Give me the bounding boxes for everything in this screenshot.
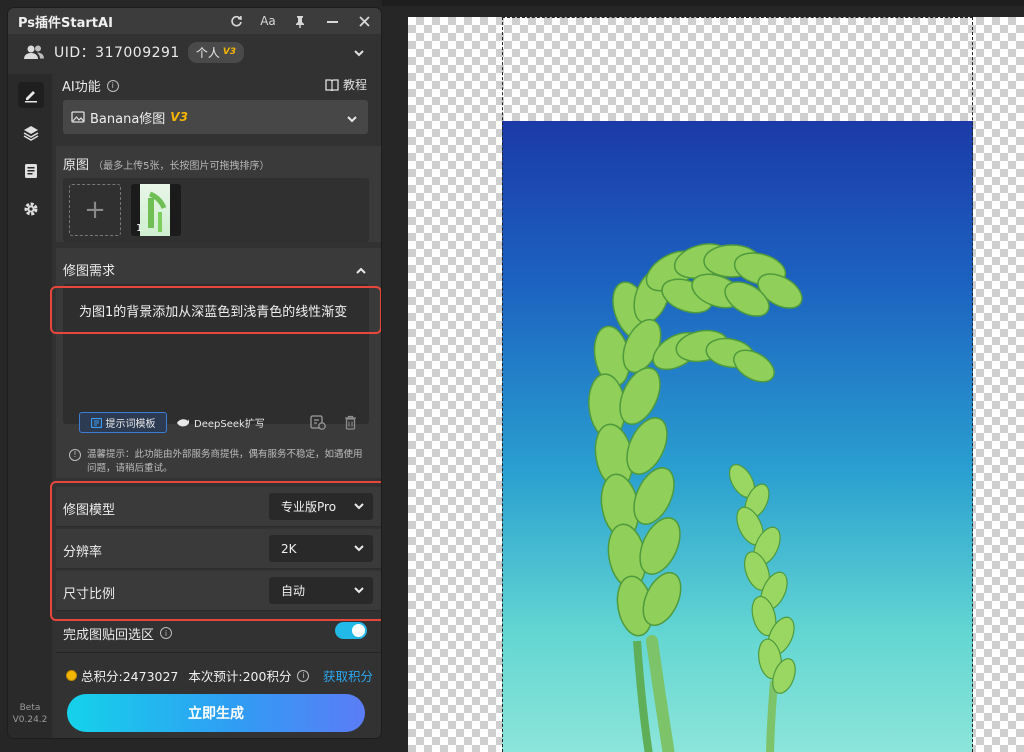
pin-icon[interactable] [291,12,309,30]
service-tip: ! 温馨提示：此功能由外部服务商提供，偶有服务不稳定，如遇使用问题，请稍后重试。 [69,448,369,476]
plan-label: 个人 [195,45,220,60]
book-icon [325,78,339,91]
original-title-label: 原图 [63,158,90,173]
tip-text: 温馨提示：此功能由外部服务商提供，偶有服务不稳定，如遇使用问题，请稍后重试。 [87,449,363,474]
upload-area: + 1 [63,178,369,242]
settings-icon[interactable] [18,196,44,222]
paste-back-row: 完成图贴回选区 i [63,621,373,645]
highlight-box-options [50,481,381,621]
version-channel: Beta [19,703,41,713]
thumbnail-image [140,184,170,236]
chevron-up-icon[interactable] [355,262,367,281]
add-image-button[interactable]: + [69,184,121,236]
function-select-value: Banana修图 [90,111,166,127]
version-label: Beta V0.24.2 [8,702,52,726]
uid-text: UID：317009291 [54,45,180,61]
tutorial-link[interactable]: 教程 [325,76,367,93]
edit-icon[interactable] [18,82,44,108]
minimize-icon[interactable] [323,12,341,30]
estimated-points: 本次预计:200积分 [188,669,292,684]
info-icon[interactable]: i [297,669,310,682]
panel-title: Ps插件StartAI [18,15,113,31]
tutorial-label: 教程 [342,78,367,92]
panel-sidebar: Beta V0.24.2 [8,74,52,738]
marquee-selection [502,17,973,752]
original-hint: （最多上传5张，长按图片可拖拽排序） [93,161,270,172]
users-icon [24,44,44,60]
document-icon[interactable] [18,158,44,184]
function-version: V3 [170,110,188,124]
total-points: 总积分:2473027 [81,669,179,684]
layers-icon[interactable] [18,120,44,146]
coin-icon [66,670,77,681]
paste-back-label: 完成图贴回选区 [63,627,155,643]
request-title: 修图需求 [63,264,116,279]
startai-plugin-panel: Ps插件StartAI Aa UID：317009291 个人 V3 Beta … [8,8,381,738]
ai-heading-label: AI功能 [62,80,101,95]
book-open-icon [90,417,102,428]
panel-content: AI功能 i 教程 Banana修图 V3 原图 （最多上传5张，长按图片可拖拽… [50,68,381,738]
image-icon [71,111,85,123]
generate-button[interactable]: 立即生成 [67,694,365,732]
font-size-icon[interactable]: Aa [259,12,277,30]
thumbnail-index: 1 [136,223,143,234]
ai-function-heading: AI功能 i [62,76,119,95]
plan-version: V3 [222,47,237,57]
original-image-title: 原图 （最多上传5张，长按图片可拖拽排序） [63,154,270,173]
info-icon[interactable]: i [106,79,119,92]
prompt-template-button[interactable]: 提示词模板 [79,412,167,433]
whale-icon [177,418,189,426]
panel-titlebar: Ps插件StartAI Aa [8,8,381,34]
account-row[interactable]: UID：317009291 个人 V3 [8,36,381,68]
image-thumbnail[interactable]: 1 [131,184,181,236]
points-summary: 总积分:2473027 本次预计:200积分 i [66,666,310,685]
info-icon: ! [69,449,81,461]
paste-back-toggle[interactable] [335,622,367,639]
info-icon[interactable]: i [160,627,173,639]
refresh-icon[interactable] [227,12,245,30]
deepseek-label: DeepSeek扩写 [194,419,265,430]
version-number: V0.24.2 [12,715,48,725]
chevron-down-icon [346,110,358,129]
toggle-knob [352,624,365,637]
trash-icon[interactable] [344,415,357,434]
workspace-top-bar [382,0,1024,6]
prompt-template-label: 提示词模板 [105,419,156,430]
divider [56,652,381,653]
function-select[interactable]: Banana修图 V3 [63,100,368,134]
deepseek-expand-button[interactable]: DeepSeek扩写 [176,412,265,433]
history-icon[interactable] [310,415,326,434]
close-icon[interactable] [355,12,373,30]
plan-badge: 个人 V3 [187,41,245,63]
chevron-down-icon[interactable] [353,44,365,63]
highlight-box-request [50,286,381,334]
get-points-link[interactable]: 获取积分 [323,666,373,685]
